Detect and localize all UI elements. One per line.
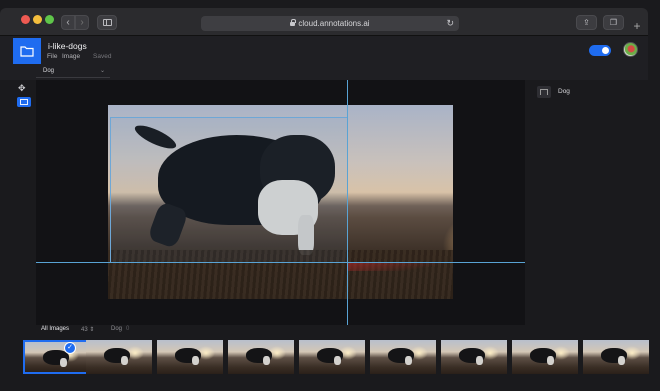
labels-panel [528, 80, 648, 325]
bounding-box-tool-button[interactable] [17, 97, 31, 107]
sidebar-icon [103, 19, 112, 26]
chevron-down-icon[interactable]: ⌄ [100, 67, 105, 74]
folder-icon [20, 46, 34, 57]
check-icon: ✓ [64, 342, 76, 354]
back-button[interactable]: ‹ [61, 15, 75, 30]
minimize-window-button[interactable] [33, 15, 42, 24]
thumbnail[interactable] [583, 340, 649, 374]
crosshair-horizontal [36, 262, 525, 263]
projects-folder-button[interactable] [13, 38, 41, 64]
drag-trail [348, 263, 453, 271]
filter-bar [0, 325, 648, 337]
maximize-window-button[interactable] [45, 15, 54, 24]
thumbnail[interactable] [299, 340, 365, 374]
address-bar[interactable]: cloud.annotations.ai ↻ [201, 16, 459, 31]
close-window-button[interactable] [21, 15, 30, 24]
show-tabs-button[interactable]: ❐ [603, 15, 624, 30]
tool-rail [12, 80, 34, 325]
box-icon [540, 89, 548, 95]
save-status: Saved [93, 53, 112, 60]
browser-window: ‹ › cloud.annotations.ai ↻ ⇪ ❐ + i-like-… [0, 0, 660, 391]
menu-file[interactable]: File [47, 53, 57, 60]
auto-label-toggle[interactable] [589, 45, 611, 56]
menu-image[interactable]: Image [62, 53, 80, 60]
label-chip-icon[interactable] [537, 86, 551, 98]
box-icon [20, 99, 28, 105]
thumbnail[interactable] [23, 340, 89, 374]
project-title: i-like-dogs [48, 41, 87, 51]
thumbnail[interactable] [86, 340, 152, 374]
url-text: cloud.annotations.ai [298, 19, 370, 28]
reload-icon[interactable]: ↻ [446, 16, 454, 31]
image-count-select[interactable]: 43 ⇕ [81, 326, 94, 333]
thumbnail[interactable] [370, 340, 436, 374]
share-button[interactable]: ⇪ [576, 15, 597, 30]
thumbnail[interactable] [228, 340, 294, 374]
lock-icon [290, 19, 297, 26]
move-tool-icon[interactable]: ✥ [18, 83, 26, 94]
thumbnail[interactable] [512, 340, 578, 374]
filter-all-images[interactable]: All Images [41, 326, 69, 332]
avatar[interactable] [623, 42, 638, 57]
label-name[interactable]: Dog [558, 88, 570, 95]
bounding-box[interactable] [110, 117, 348, 263]
sidebar-toggle-button[interactable] [97, 15, 117, 30]
thumbnail[interactable] [441, 340, 507, 374]
filter-dog[interactable]: Dog [111, 326, 122, 332]
filter-dog-count: 0 [126, 326, 130, 332]
crosshair-vertical [347, 80, 348, 325]
new-tab-button[interactable]: + [630, 20, 644, 34]
thumbnail[interactable] [157, 340, 223, 374]
forward-button[interactable]: › [75, 15, 89, 30]
label-select-value: Dog [43, 68, 55, 74]
